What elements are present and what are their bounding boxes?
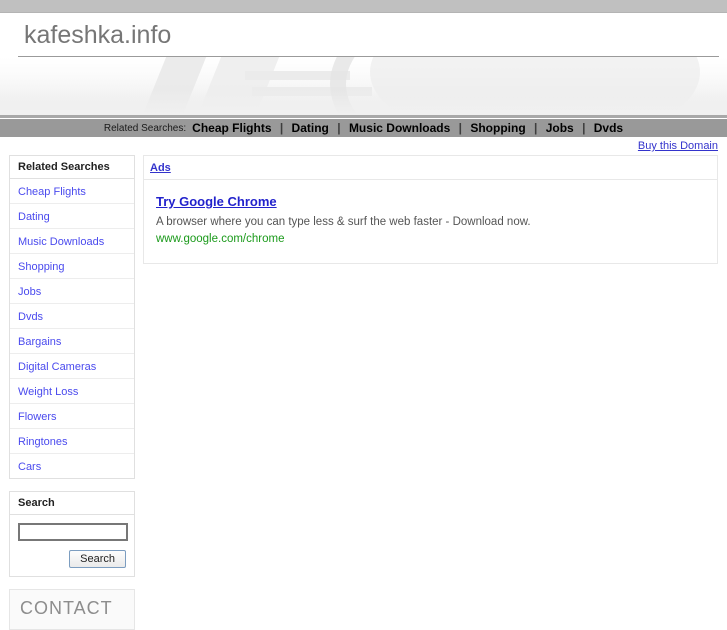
- sidebar-item-digital-cameras[interactable]: Digital Cameras: [10, 354, 134, 379]
- sidebar-item-music-downloads[interactable]: Music Downloads: [10, 229, 134, 254]
- related-link-jobs[interactable]: Jobs: [546, 121, 574, 135]
- ad-title-link[interactable]: Try Google Chrome: [156, 194, 277, 209]
- related-searches-label: Related Searches:: [103, 122, 187, 134]
- sidebar-link-label[interactable]: Digital Cameras: [18, 361, 96, 373]
- sidebar-item-cars[interactable]: Cars: [10, 454, 134, 478]
- buy-this-domain-link[interactable]: Buy this Domain: [638, 140, 718, 152]
- sidebar-item-weight-loss[interactable]: Weight Loss: [10, 379, 134, 404]
- site-header: kafeshka.info: [0, 13, 727, 57]
- related-separator: |: [458, 121, 462, 135]
- ad-description: A browser where you can type less & surf…: [156, 216, 531, 228]
- related-separator: |: [534, 121, 538, 135]
- sidebar-link-label[interactable]: Dvds: [18, 311, 43, 323]
- related-link-cheap-flights[interactable]: Cheap Flights: [192, 121, 271, 135]
- sidebar-link-label[interactable]: Shopping: [18, 261, 65, 273]
- related-searches-links: Cheap Flights | Dating | Music Downloads…: [192, 121, 623, 135]
- related-separator: |: [279, 121, 284, 135]
- search-panel: Search Search: [9, 491, 135, 577]
- sidebar-item-dating[interactable]: Dating: [10, 204, 134, 229]
- sidebar-link-label[interactable]: Dating: [18, 211, 50, 223]
- ads-label-link[interactable]: Ads: [150, 162, 171, 174]
- sidebar-item-ringtones[interactable]: Ringtones: [10, 429, 134, 454]
- related-searches-panel: Related Searches Cheap Flights Dating Mu…: [9, 155, 135, 479]
- content-column: Ads Try Google Chrome A browser where yo…: [143, 155, 718, 264]
- search-form: Search: [10, 515, 134, 576]
- sidebar-link-label[interactable]: Ringtones: [18, 436, 68, 448]
- related-link-dating[interactable]: Dating: [292, 121, 329, 135]
- sidebar-item-flowers[interactable]: Flowers: [10, 404, 134, 429]
- hero-banner: [0, 57, 727, 118]
- buy-domain-row: Buy this Domain: [0, 137, 727, 155]
- sidebar-link-label[interactable]: Weight Loss: [18, 386, 78, 398]
- sidebar-link-label[interactable]: Flowers: [18, 411, 57, 423]
- related-link-music-downloads[interactable]: Music Downloads: [349, 121, 450, 135]
- sidebar-item-bargains[interactable]: Bargains: [10, 329, 134, 354]
- sidebar-link-label[interactable]: Music Downloads: [18, 236, 104, 248]
- contact-heading: CONTACT: [20, 598, 113, 618]
- related-separator: |: [337, 121, 341, 135]
- search-input[interactable]: [18, 523, 128, 541]
- sidebar-item-cheap-flights[interactable]: Cheap Flights: [10, 179, 134, 204]
- related-link-dvds[interactable]: Dvds: [594, 121, 623, 135]
- related-link-shopping[interactable]: Shopping: [470, 121, 525, 135]
- ad-listing: Try Google Chrome A browser where you ca…: [143, 180, 718, 264]
- page-title: kafeshka.info: [24, 21, 172, 49]
- sidebar: Related Searches Cheap Flights Dating Mu…: [9, 155, 135, 630]
- related-searches-bar: Related Searches: Cheap Flights | Dating…: [0, 118, 727, 137]
- search-heading: Search: [10, 492, 134, 515]
- sidebar-item-dvds[interactable]: Dvds: [10, 304, 134, 329]
- banner-gradient-overlay: [0, 89, 727, 115]
- sidebar-link-label[interactable]: Jobs: [18, 286, 41, 298]
- ad-display-url: www.google.com/chrome: [156, 233, 285, 245]
- search-button[interactable]: Search: [69, 550, 126, 568]
- sidebar-item-jobs[interactable]: Jobs: [10, 279, 134, 304]
- top-accent-bar: [0, 0, 727, 13]
- search-button-row: Search: [18, 550, 126, 568]
- sidebar-link-label[interactable]: Bargains: [18, 336, 61, 348]
- sidebar-link-label[interactable]: Cars: [18, 461, 41, 473]
- sidebar-item-shopping[interactable]: Shopping: [10, 254, 134, 279]
- sidebar-link-label[interactable]: Cheap Flights: [18, 186, 86, 198]
- related-searches-heading: Related Searches: [10, 156, 134, 179]
- related-separator: |: [582, 121, 586, 135]
- contact-panel: CONTACT: [9, 589, 135, 630]
- ads-header: Ads: [143, 155, 718, 180]
